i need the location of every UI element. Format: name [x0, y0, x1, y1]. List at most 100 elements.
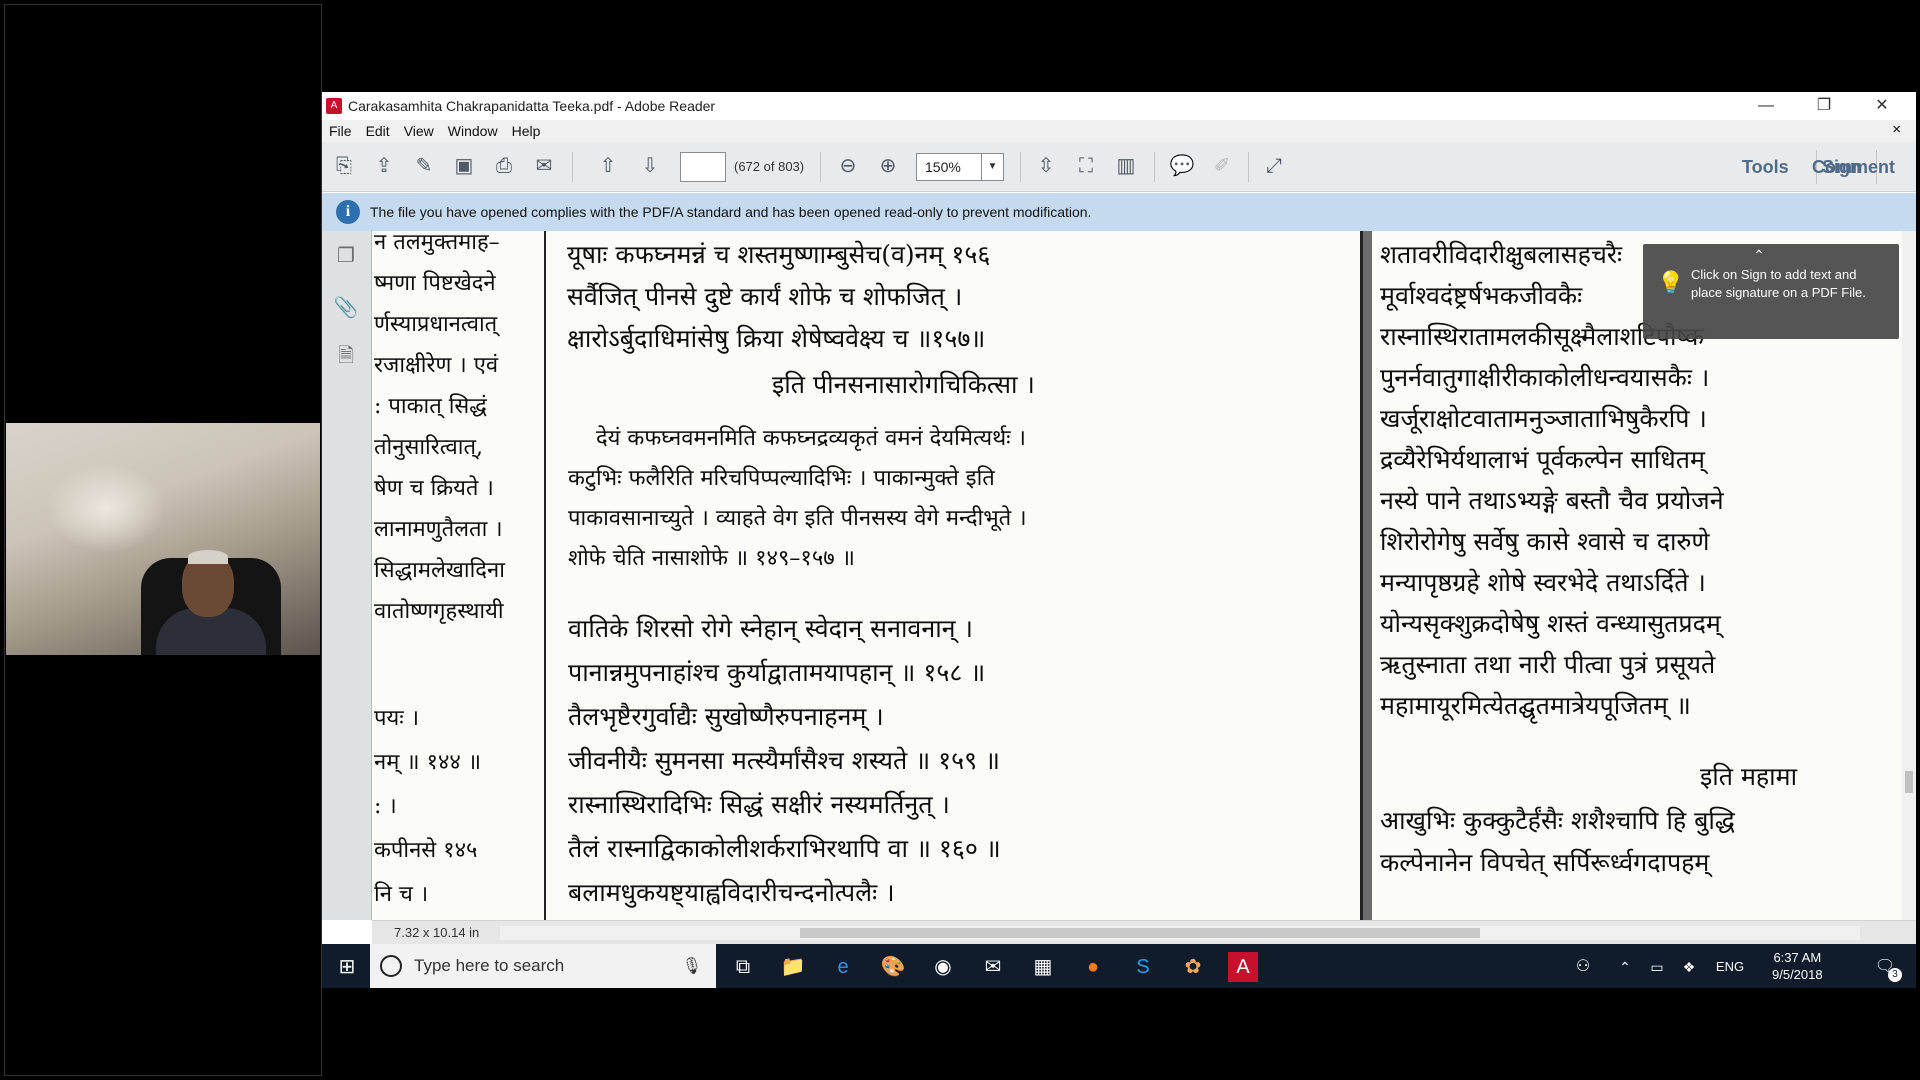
pdf-text-line: मन्यापृष्ठग्रहे शोषे स्वरभेदे तथाऽर्दिते…: [1380, 568, 1706, 597]
app-flower-icon[interactable]: ✿: [1178, 952, 1208, 982]
chevron-down-icon[interactable]: ▼: [981, 154, 1003, 180]
pdf-text-line: इति महामा: [1700, 762, 1798, 791]
clock-date: 9/5/2018: [1772, 967, 1823, 982]
firefox-icon[interactable]: ●: [1078, 952, 1108, 982]
next-page-icon[interactable]: ⇩: [636, 152, 664, 180]
close-document-button[interactable]: ×: [1885, 121, 1908, 138]
pdf-text-line: महामायूरमित्येतद्घृतमात्रेयपूजितम् ॥: [1380, 691, 1691, 720]
pdf-text-line: वातोष्णगृहस्थायी: [374, 599, 504, 624]
menu-help[interactable]: Help: [505, 123, 548, 139]
restore-button[interactable]: ❐: [1796, 92, 1852, 120]
file-explorer-icon[interactable]: 📁: [778, 952, 808, 982]
lightbulb-icon: 💡: [1657, 270, 1685, 295]
expand-icon[interactable]: ⤢: [1260, 152, 1288, 180]
menu-edit[interactable]: Edit: [359, 123, 397, 139]
mail-icon[interactable]: ✉: [978, 952, 1008, 982]
menu-view[interactable]: View: [397, 123, 441, 139]
close-window-button[interactable]: ✕: [1854, 92, 1910, 120]
pdf-text-line: पानान्नमुपनाहांश्च कुर्याद्वातामयापहान् …: [568, 658, 986, 687]
pdfa-info-bar: i The file you have opened complies with…: [322, 193, 1916, 231]
page-number-input[interactable]: [680, 152, 726, 182]
zoom-out-icon[interactable]: ⊖: [834, 152, 862, 180]
menu-window[interactable]: Window: [441, 123, 505, 139]
app-icon[interactable]: ▦: [1028, 952, 1058, 982]
pdf-text-line: षेण च क्रियते ।: [374, 476, 494, 501]
microphone-icon[interactable]: 🎙: [682, 956, 702, 976]
chevron-up-icon[interactable]: ⌃: [1753, 246, 1765, 264]
pdf-text-line: कल्पेनानेन विपचेत् सर्पिरूर्ध्वगदापहम्: [1380, 848, 1710, 877]
adobe-reader-icon[interactable]: A: [1228, 952, 1258, 982]
window-title: Carakasamhita Chakrapanidatta Teeka.pdf …: [348, 98, 716, 114]
adobe-reader-window: A Carakasamhita Chakrapanidatta Teeka.pd…: [322, 92, 1916, 988]
toolbar-separator: [572, 152, 573, 182]
paint-icon[interactable]: 🎨: [878, 952, 908, 982]
print-icon[interactable]: ⎙: [490, 152, 518, 180]
pdf-text-line: वातिके शिरसो रोगे स्नेहान् स्वेदान् सनाव…: [568, 614, 973, 643]
windows-start-icon[interactable]: ⊞: [332, 952, 362, 982]
pdf-text-line: रजाक्षीरेण । एवं: [374, 353, 499, 378]
signatures-icon[interactable]: 🗎: [333, 341, 359, 367]
create-pdf-icon[interactable]: ⎘: [330, 152, 358, 180]
pdf-text-line: योन्यसृक्शुक्रदोषेषु शस्तं वन्ध्यासुतप्र…: [1380, 609, 1721, 638]
scrollbar-thumb[interactable]: [1905, 771, 1913, 793]
pdf-text-line: कटुभिः फलैरिति मरिचपिप्पल्यादिभिः । पाका…: [568, 466, 995, 491]
cortana-icon[interactable]: [380, 955, 402, 977]
highlight-icon[interactable]: ✐: [1208, 152, 1236, 180]
edge-icon[interactable]: e: [828, 952, 858, 982]
pdf-text-line: कपीनसे १४५: [374, 838, 478, 863]
pdf-text-line: : पाकात् सिद्धं: [374, 394, 487, 419]
menu-file[interactable]: File: [322, 123, 359, 139]
pdf-text-line: ष्मणा पिष्टखेदने: [374, 271, 496, 296]
task-view-icon[interactable]: ⧉: [728, 952, 758, 982]
battery-icon[interactable]: ▭: [1642, 952, 1672, 982]
zoom-in-icon[interactable]: ⊕: [874, 152, 902, 180]
pdf-page-left: न तलमुक्तमाह– ष्मणा पिष्टखेदने र्णस्याप्रध…: [372, 231, 1361, 920]
windows-taskbar: ⊞ Type here to search 🎙 ⧉ 📁 e 🎨 ◉ ✉ ▦ ● …: [322, 944, 1916, 988]
attachments-icon[interactable]: 📎: [333, 295, 359, 321]
dropbox-icon[interactable]: ❖: [1674, 952, 1704, 982]
two-page-view-icon[interactable]: ▥: [1112, 152, 1140, 180]
toolbar-separator: [820, 152, 821, 182]
chevron-up-icon[interactable]: ⌃: [1610, 952, 1640, 982]
pdf-text-line: इति पीनसनासारोगचिकित्सा ।: [772, 370, 1035, 399]
pdf-text-line: शिरोरोगेषु सर्वेषु कासे श्वासे च दारुणे: [1380, 527, 1710, 556]
export-pdf-icon[interactable]: ⇪: [370, 152, 398, 180]
previous-page-icon[interactable]: ⇧: [594, 152, 622, 180]
page-thumbnails-icon[interactable]: ❐: [333, 243, 359, 269]
pdf-text-line: खर्जूराक्षोटवातामनुञ्जाताभिषुकैरपि ।: [1380, 404, 1707, 433]
chrome-icon[interactable]: ◉: [928, 952, 958, 982]
pdf-text-line: शतावरीविदारीक्षुबलासहचरैः: [1380, 240, 1623, 269]
pdf-text-line: पाकावसानाच्युते । व्याहते वेग इति पीनसस्…: [568, 506, 1027, 531]
pdf-text-line: देयं कफघ्नवमनमिति कफघ्नद्रव्यकृतं वमनं द…: [596, 426, 1026, 451]
page-size-label: 7.32 x 10.14 in: [394, 925, 480, 940]
skype-icon[interactable]: S: [1128, 952, 1158, 982]
toolbar: ⎘ ⇪ ✎ ▣ ⎙ ✉ ⇧ ⇩ (672 of 803) ⊖ ⊕ 150% ▼ …: [322, 142, 1916, 192]
clock[interactable]: 6:37 AM 9/5/2018: [1772, 949, 1823, 983]
webcam-feed: [6, 423, 320, 655]
pdf-text-line: नम् ॥ १४४ ॥: [374, 750, 482, 775]
fit-page-icon[interactable]: ⛶: [1072, 152, 1100, 180]
scrollbar-thumb[interactable]: [800, 928, 1480, 938]
zoom-select[interactable]: 150% ▼: [916, 153, 1004, 181]
people-icon[interactable]: ⚇: [1568, 952, 1598, 982]
fit-width-icon[interactable]: ⇳: [1032, 152, 1060, 180]
navigation-pane: ❐ 📎 🗎: [322, 231, 372, 920]
pdf-text-line: न तलमुक्तमाह–: [374, 231, 500, 255]
toolbar-separator: [1020, 152, 1021, 182]
minimize-button[interactable]: —: [1738, 92, 1794, 120]
search-placeholder: Type here to search: [414, 956, 565, 975]
tools-button[interactable]: Tools: [1742, 157, 1789, 178]
email-icon[interactable]: ✉: [530, 152, 558, 180]
vertical-scrollbar[interactable]: [1902, 231, 1916, 920]
language-indicator[interactable]: ENG: [1710, 952, 1750, 982]
page-count-label: (672 of 803): [734, 159, 805, 174]
horizontal-scrollbar[interactable]: [500, 926, 1860, 940]
save-icon[interactable]: ▣: [450, 152, 478, 180]
pdf-text-line: तैलं रास्नाद्विकाकोलीशर्कराभिरथापि वा ॥ …: [568, 834, 1001, 863]
edit-pdf-icon[interactable]: ✎: [410, 152, 438, 180]
toolbar-separator: [1154, 152, 1155, 182]
taskbar-search[interactable]: Type here to search 🎙: [370, 944, 716, 988]
comment-button[interactable]: Comment: [1812, 157, 1895, 178]
speaker-hair: [188, 550, 228, 564]
comment-icon[interactable]: 💬: [1168, 152, 1196, 180]
